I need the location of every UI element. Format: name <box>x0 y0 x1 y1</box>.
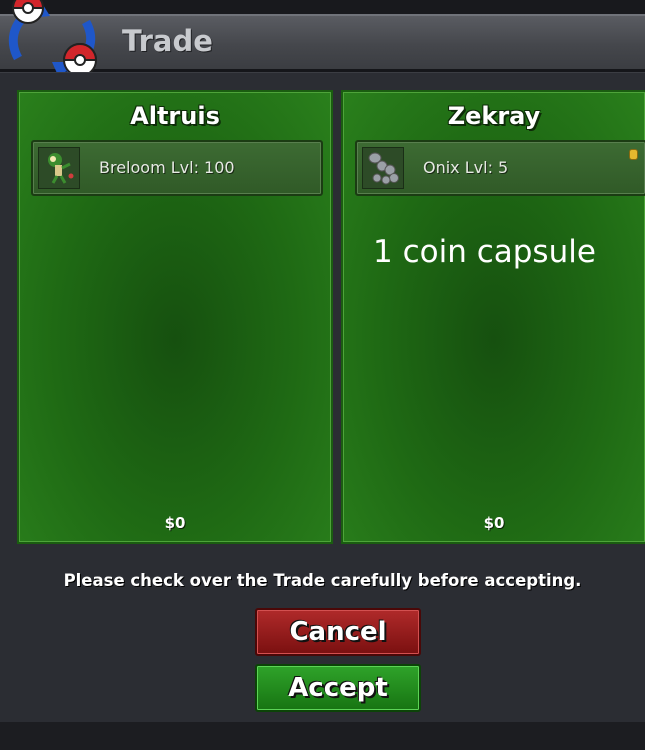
coin-indicator-icon <box>630 150 637 159</box>
bottom-strip <box>0 722 645 750</box>
window-title: Trade <box>122 24 213 58</box>
breloom-sprite-icon <box>38 147 80 189</box>
left-player-name: Altruis <box>130 102 220 130</box>
left-trade-slot-1[interactable]: Breloom Lvl: 100 <box>31 140 323 196</box>
trade-warning-text: Please check over the Trade carefully be… <box>63 571 582 590</box>
onix-sprite-icon <box>362 147 404 189</box>
right-trade-panel: Zekray Onix Lvl: 5 1 coin capsule $0 <box>341 90 645 544</box>
left-money: $0 <box>164 514 186 532</box>
right-trade-slot-1[interactable]: Onix Lvl: 5 <box>355 140 645 196</box>
coin-capsule-note: 1 coin capsule <box>373 234 596 270</box>
left-trade-panel: Altruis Breloom Lvl: 100 $0 <box>17 90 333 544</box>
left-slot-label: Breloom Lvl: 100 <box>99 158 235 177</box>
right-money: $0 <box>483 514 505 532</box>
trade-logo-icon <box>8 0 98 80</box>
right-player-name: Zekray <box>447 102 541 130</box>
cancel-button[interactable]: Cancel <box>255 608 421 656</box>
accept-button[interactable]: Accept <box>255 664 421 712</box>
right-slot-label: Onix Lvl: 5 <box>423 158 509 177</box>
